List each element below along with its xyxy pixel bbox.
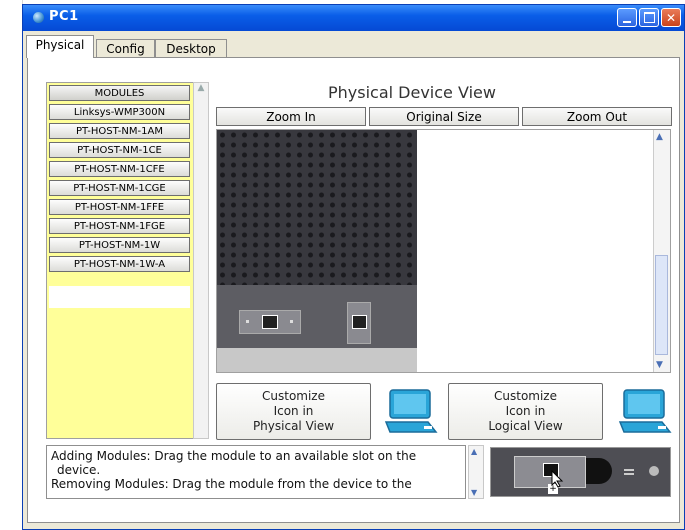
device-base	[217, 348, 417, 372]
physical-device-view-title: Physical Device View	[328, 83, 496, 102]
module-item[interactable]: PT-HOST-NM-1FGE	[49, 218, 190, 234]
equals-icon	[624, 469, 634, 475]
scroll-down-icon[interactable]: ▼	[471, 488, 477, 497]
customize-logical-view-button[interactable]: Customize Icon in Logical View	[448, 383, 603, 440]
module-list: MODULES Linksys-WMP300N PT-HOST-NM-1AM P…	[46, 82, 196, 439]
module-item[interactable]: Linksys-WMP300N	[49, 104, 190, 120]
led-icon	[246, 320, 249, 323]
ethernet-port-icon	[262, 315, 278, 329]
minimize-icon	[623, 20, 631, 23]
tab-desktop[interactable]: Desktop	[155, 39, 227, 58]
pc1-window: PC1 ✕ Physical Config Desktop MODULES Li…	[22, 4, 685, 530]
module-list-scrollbar[interactable]: ▲	[193, 82, 209, 439]
customize-physical-view-button[interactable]: Customize Icon in Physical View	[216, 383, 371, 440]
modules-header[interactable]: MODULES	[49, 85, 190, 101]
module-list-blank-area	[49, 286, 190, 308]
physical-panel: MODULES Linksys-WMP300N PT-HOST-NM-1AM P…	[27, 57, 680, 523]
vent-grille	[217, 130, 417, 285]
module-item[interactable]: PT-HOST-NM-1CFE	[49, 161, 190, 177]
maximize-button[interactable]	[639, 8, 659, 27]
module-item[interactable]: PT-HOST-NM-1CGE	[49, 180, 190, 196]
device-viewport[interactable]: ▲ ▼	[216, 129, 671, 373]
module-connector-image	[586, 458, 612, 484]
help-line: device.	[57, 463, 101, 477]
scrollbar-thumb[interactable]	[655, 255, 668, 355]
button-line: Customize	[262, 389, 325, 403]
button-line: Icon in	[505, 404, 546, 418]
scroll-down-icon[interactable]: ▼	[656, 360, 663, 370]
close-icon: ✕	[665, 10, 677, 25]
module-item[interactable]: PT-HOST-NM-1AM	[49, 123, 190, 139]
button-line: Icon in	[273, 404, 314, 418]
maximize-icon	[643, 12, 655, 23]
tab-config[interactable]: Config	[96, 39, 155, 58]
screw-icon	[649, 466, 659, 476]
scroll-up-icon[interactable]: ▲	[194, 83, 208, 93]
help-text-scrollbar[interactable]: ▲ ▼	[468, 445, 484, 499]
module-item[interactable]: PT-HOST-NM-1FFE	[49, 199, 190, 215]
scroll-up-icon[interactable]: ▲	[656, 132, 663, 142]
window-title: PC1	[49, 9, 79, 24]
module-item[interactable]: PT-HOST-NM-1CE	[49, 142, 190, 158]
pc-app-icon	[33, 12, 44, 23]
title-bar[interactable]: PC1 ✕	[23, 5, 684, 31]
close-button[interactable]: ✕	[661, 8, 681, 27]
scroll-up-icon[interactable]: ▲	[471, 447, 477, 456]
module-item[interactable]: PT-HOST-NM-1W-A	[49, 256, 190, 272]
onboard-port	[347, 302, 371, 344]
pc-icon	[618, 389, 672, 433]
minimize-button[interactable]	[617, 8, 637, 27]
led-icon	[290, 320, 293, 323]
help-line: Removing Modules: Drag the module from t…	[51, 477, 412, 491]
module-slot[interactable]	[239, 310, 301, 334]
pc-device-image	[217, 130, 417, 372]
viewport-scrollbar[interactable]: ▲ ▼	[653, 130, 670, 372]
help-line: Adding Modules: Drag the module to an av…	[51, 449, 417, 463]
zoom-in-button[interactable]: Zoom In	[216, 107, 366, 126]
cursor-icon	[551, 470, 564, 488]
module-item[interactable]: PT-HOST-NM-1W	[49, 237, 190, 253]
help-text-box[interactable]: Adding Modules: Drag the module to an av…	[46, 445, 466, 499]
zoom-out-button[interactable]: Zoom Out	[522, 107, 672, 126]
button-line: Logical View	[488, 419, 563, 433]
tab-physical[interactable]: Physical	[26, 35, 94, 58]
button-line: Physical View	[252, 419, 335, 433]
button-line: Customize	[494, 389, 557, 403]
left-margin	[0, 0, 23, 530]
pc-icon	[384, 389, 438, 433]
module-preview: +	[490, 447, 671, 497]
original-size-button[interactable]: Original Size	[369, 107, 519, 126]
ethernet-port-icon	[352, 315, 367, 329]
